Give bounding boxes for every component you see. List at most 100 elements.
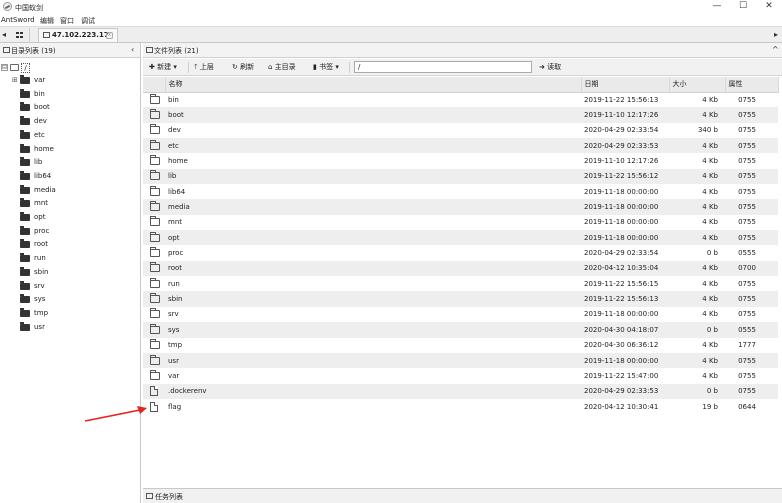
arrow-up-icon: 🡑 <box>194 63 198 71</box>
expand-toggle-icon[interactable]: ⊞ <box>12 77 19 84</box>
bookmark-icon: ▮ <box>313 63 317 71</box>
table-row[interactable]: proc 2020-04-29 02:33:54 0 b 0555 <box>143 245 778 260</box>
column-header-perm[interactable]: 属性 <box>725 77 779 93</box>
file-type-cell <box>143 92 165 107</box>
tree-item-opt[interactable]: opt <box>12 212 132 224</box>
table-row[interactable]: boot 2019-11-10 12:17:26 4 Kb 0755 <box>143 107 778 123</box>
tree-item-run[interactable]: run <box>12 253 132 265</box>
arrow-right-icon: ➜ <box>539 63 545 71</box>
menu-edit[interactable]: 编辑 <box>40 16 54 26</box>
tree-item-sbin[interactable]: sbin <box>12 266 132 279</box>
tree-item-sys[interactable]: sys <box>12 294 132 306</box>
tree-root-label[interactable]: / <box>21 63 30 73</box>
annotation-arrow-icon <box>84 406 147 422</box>
tree-item-lib64[interactable]: lib64 <box>12 170 132 183</box>
file-perm-cell: 0755 <box>725 383 778 399</box>
file-perm-cell: 0755 <box>738 187 756 196</box>
tree-item-usr[interactable]: usr <box>12 321 132 334</box>
tree-item-lib[interactable]: lib <box>12 157 132 169</box>
menu-debug[interactable]: 调试 <box>81 16 95 26</box>
file-date-cell: 2019-11-22 15:56:12 <box>581 168 669 185</box>
tree-item-root[interactable]: root <box>12 239 132 251</box>
table-row[interactable]: bin 2019-11-22 15:56:13 4 Kb 0755 <box>143 92 778 107</box>
column-header-name[interactable]: 名称 <box>165 77 582 93</box>
refresh-button[interactable]: ↻ 刷新 <box>232 62 254 73</box>
table-row[interactable]: flag 2020-04-12 10:30:41 19 b 0644 <box>143 399 778 414</box>
path-input[interactable] <box>354 61 532 73</box>
table-row[interactable]: run 2019-11-22 15:56:15 4 Kb 0755 <box>143 276 778 291</box>
tree-item-mnt[interactable]: mnt <box>12 198 132 210</box>
table-row[interactable]: etc 2020-04-29 02:33:53 4 Kb 0755 <box>143 138 778 154</box>
file-perm-cell: 0700 <box>725 260 778 277</box>
table-row[interactable]: var 2019-11-22 15:47:00 4 Kb 0755 <box>143 368 778 383</box>
table-row[interactable]: root 2020-04-12 10:35:04 4 Kb 0700 <box>143 260 778 277</box>
home-dir-button[interactable]: ⌂ 主目录 <box>268 62 296 73</box>
tree-item-proc[interactable]: proc <box>12 225 132 238</box>
menu-antsword[interactable]: AntSword <box>1 16 35 24</box>
tree-item-etc[interactable]: etc <box>12 129 132 142</box>
file-size-cell: 0 b <box>706 249 718 258</box>
tab-connection[interactable]: 47.102.223.17 x <box>38 28 118 42</box>
file-name-cell: flag <box>168 402 182 411</box>
file-perm-cell: 0755 <box>738 310 756 319</box>
new-button[interactable]: ✚ 新建 ▾ <box>149 62 177 73</box>
folder-icon <box>20 280 30 290</box>
file-type-cell <box>143 291 165 307</box>
folder-icon <box>20 184 30 194</box>
maximize-button[interactable]: ☐ <box>730 0 756 14</box>
close-button[interactable]: ✕ <box>756 0 782 14</box>
file-name-cell: var <box>168 371 180 380</box>
file-icon <box>150 401 158 412</box>
up-button[interactable]: 🡑 上层 <box>194 62 214 73</box>
tree-item-dev[interactable]: dev <box>12 116 132 128</box>
menu-window[interactable]: 窗口 <box>60 16 74 26</box>
tree-item-var[interactable]: ⊞ var <box>12 75 132 87</box>
table-row[interactable]: sys 2020-04-30 04:18:07 0 b 0555 <box>143 322 778 338</box>
file-type-cell <box>143 245 165 260</box>
file-name-cell: dev <box>168 126 181 135</box>
read-button[interactable]: ➜ 读取 <box>539 62 561 73</box>
tree-item-boot[interactable]: boot <box>12 102 132 114</box>
column-header-date[interactable]: 日期 <box>581 77 670 93</box>
window-title: 中国蚁剑 <box>15 4 43 12</box>
table-row[interactable]: lib64 2019-11-18 00:00:00 4 Kb 0755 <box>143 184 778 199</box>
table-row[interactable]: home 2019-11-10 12:17:26 4 Kb 0755 <box>143 153 778 168</box>
file-perm-cell: 0755 <box>738 126 756 135</box>
file-type-cell <box>143 168 165 185</box>
tree-item-label: sys <box>34 295 46 304</box>
table-row[interactable]: media 2019-11-18 00:00:00 4 Kb 0755 <box>143 199 778 215</box>
bookmark-button[interactable]: ▮ 书签 ▾ <box>313 62 339 73</box>
tree-item-bin[interactable]: bin <box>12 88 132 101</box>
table-row[interactable]: dev 2020-04-29 02:33:54 340 b 0755 <box>143 123 778 138</box>
table-row[interactable]: opt 2019-11-18 00:00:00 4 Kb 0755 <box>143 230 778 246</box>
tab-home[interactable] <box>10 28 30 42</box>
tree-item-home[interactable]: home <box>12 143 132 156</box>
minimize-button[interactable]: — <box>704 0 730 14</box>
file-panel-header: 文件列表 (21) ^ <box>143 43 782 58</box>
table-row[interactable]: mnt 2019-11-18 00:00:00 4 Kb 0755 <box>143 215 778 230</box>
folder-icon <box>150 323 160 334</box>
tab-scroll-left-icon[interactable]: ◂ <box>2 30 6 39</box>
collapse-toggle-icon[interactable]: ⊟ <box>1 64 8 71</box>
file-type-cell <box>143 215 165 230</box>
table-row[interactable]: srv 2019-11-18 00:00:00 4 Kb 0755 <box>143 307 778 322</box>
tree-item-srv[interactable]: srv <box>12 280 132 293</box>
collapse-left-icon[interactable]: ‹ <box>131 45 134 54</box>
tab-close-icon[interactable]: x <box>106 32 113 39</box>
task-panel[interactable]: 任务列表 <box>143 488 782 503</box>
table-row[interactable]: sbin 2019-11-22 15:56:13 4 Kb 0755 <box>143 291 778 307</box>
file-size-cell: 4 Kb <box>702 310 718 319</box>
folder-icon <box>150 93 160 104</box>
collapse-up-icon[interactable]: ^ <box>772 45 779 54</box>
tab-scroll-right-icon[interactable]: ▸ <box>774 30 778 39</box>
tree-item-media[interactable]: media <box>12 184 132 197</box>
table-row[interactable]: tmp 2020-04-30 06:36:12 4 Kb 1777 <box>143 338 778 353</box>
folder-icon <box>20 157 30 167</box>
table-row[interactable]: usr 2019-11-18 00:00:00 4 Kb 0755 <box>143 352 778 369</box>
folder-icon <box>150 277 160 288</box>
table-row[interactable]: lib 2019-11-22 15:56:12 4 Kb 0755 <box>143 168 778 185</box>
tree-item-tmp[interactable]: tmp <box>12 307 132 320</box>
file-date-cell: 2019-11-22 15:56:13 <box>581 291 669 307</box>
table-row[interactable]: .dockerenv 2020-04-29 02:33:53 0 b 0755 <box>143 383 778 399</box>
column-header-size[interactable]: 大小 <box>669 77 726 93</box>
